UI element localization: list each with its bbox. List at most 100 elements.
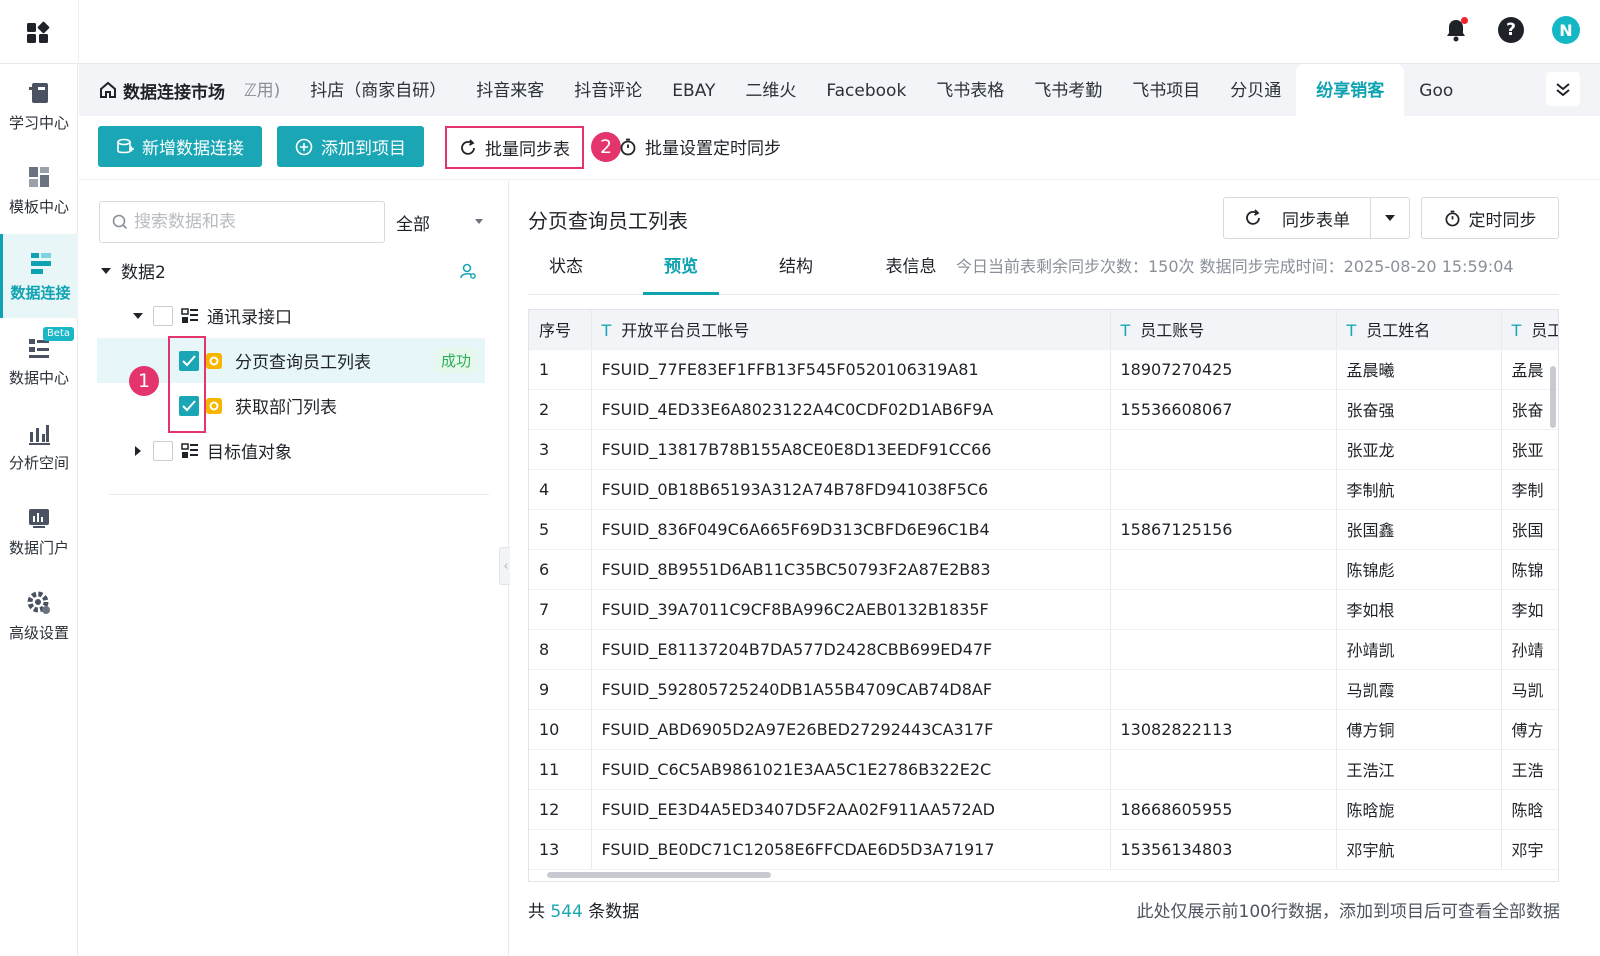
- table-row[interactable]: 12 FSUID_EE3D4A5ED3407D5F2AA02F911AA572AD…: [529, 789, 1558, 830]
- nav-item-data-center[interactable]: Beta 数据中心: [0, 319, 78, 403]
- tree-node-table[interactable]: 获取部门列表: [99, 383, 489, 428]
- user-setting-icon[interactable]: [459, 262, 477, 280]
- divider: [109, 494, 489, 495]
- template-icon: [29, 166, 49, 187]
- tab-item[interactable]: 二维火: [730, 64, 811, 116]
- table-row[interactable]: 2 FSUID_4ED33E6A8023122A4C0CDF02D1AB6F9A 1…: [529, 389, 1558, 430]
- table-row[interactable]: 9 FSUID_592805725240DB1A55B4709CAB74D8AF 马…: [529, 669, 1558, 710]
- table-row[interactable]: 13 FSUID_BE0DC71C12058E6FFCDAE6D5D3A71917…: [529, 829, 1558, 870]
- search-box[interactable]: [99, 201, 385, 243]
- data-connect-icon: [30, 252, 51, 274]
- avatar[interactable]: N: [1552, 16, 1580, 44]
- tab-table-info[interactable]: 表信息: [873, 247, 949, 295]
- add-connection-button[interactable]: 新增数据连接: [98, 126, 262, 167]
- gear-icon: [27, 591, 50, 614]
- preview-table-container[interactable]: 序号 T开放平台员工帐号 T员工账号 T员工姓名 T员工 1FSUID_77FE…: [528, 309, 1559, 882]
- table-row[interactable]: 8 FSUID_E81137204B7DA577D2428CBB699ED47F 孙…: [529, 629, 1558, 670]
- table-cell: 15536608067: [1110, 389, 1337, 430]
- caret-down-icon: [1385, 215, 1395, 221]
- table-cell: 孟晨曦: [1336, 349, 1502, 390]
- tab-item[interactable]: Facebook: [811, 64, 921, 116]
- table-cell: 2: [529, 389, 592, 430]
- tab-more-button[interactable]: [1546, 72, 1580, 106]
- table-cell: 1: [529, 349, 592, 390]
- table-cell: FSUID_E81137204B7DA577D2428CBB699ED47F: [591, 629, 1111, 670]
- nav-item-settings[interactable]: 高级设置: [0, 574, 78, 658]
- search-input[interactable]: [134, 212, 374, 232]
- tab-status[interactable]: 状态: [528, 247, 604, 295]
- tab-item-active[interactable]: 纷享销客: [1296, 64, 1405, 116]
- column-header[interactable]: T员工: [1501, 310, 1558, 350]
- horizontal-scrollbar[interactable]: [543, 871, 1548, 879]
- tab-home[interactable]: 数据连接市场: [99, 64, 225, 116]
- table-cell: 12: [529, 789, 592, 830]
- refresh-icon: [1246, 209, 1260, 225]
- tab-item[interactable]: 飞书考勤: [1019, 64, 1117, 116]
- column-header[interactable]: T 员工姓名: [1336, 310, 1502, 350]
- preview-table: 序号 T开放平台员工帐号 T员工账号 T员工姓名 T员工 1FSUID_77FE…: [529, 310, 1558, 870]
- table-row[interactable]: 6 FSUID_8B9551D6AB11C35BC50793F2A87E2B83 陈…: [529, 549, 1558, 590]
- table-row[interactable]: 11 FSUID_C6C5AB9861021E3AA5C1E2786B322E2C…: [529, 749, 1558, 790]
- table-row[interactable]: 5 FSUID_836F049C6A665F69D313CBFD6E96C1B4 1…: [529, 509, 1558, 550]
- column-header[interactable]: 序号: [529, 310, 592, 350]
- nav-item-learning[interactable]: 学习中心: [0, 64, 78, 148]
- caret-right-icon[interactable]: [131, 445, 145, 457]
- add-to-project-button[interactable]: 添加到项目: [277, 126, 424, 167]
- nav-item-analysis[interactable]: 分析空间: [0, 404, 78, 488]
- beta-badge: Beta: [42, 327, 74, 341]
- table-cell: FSUID_8B9551D6AB11C35BC50793F2A87E2B83: [591, 549, 1111, 590]
- tab-item[interactable]: 分贝通: [1215, 64, 1296, 116]
- checkbox[interactable]: [153, 440, 173, 461]
- row-count-number: 544: [550, 902, 583, 922]
- tab-item[interactable]: 抖音评论: [559, 64, 657, 116]
- table-row[interactable]: 1 FSUID_77FE83EF1FFB13F545F0520106319A81 1…: [529, 349, 1558, 390]
- tab-item[interactable]: Goo: [1404, 64, 1468, 116]
- caret-down-icon[interactable]: [131, 311, 145, 321]
- step-2-marker: 2: [591, 132, 621, 162]
- table-cell: 3: [529, 429, 592, 470]
- nav-item-data-connect[interactable]: 数据连接: [0, 234, 78, 318]
- scroll-thumb[interactable]: [1550, 366, 1556, 428]
- tab-item[interactable]: 飞书表格: [921, 64, 1019, 116]
- nav-label: 高级设置: [8, 623, 69, 642]
- preview-note: 此处仅展示前100行数据，添加到项目后可查看全部数据: [1136, 902, 1560, 922]
- tab-item[interactable]: 抖音来客: [461, 64, 559, 116]
- notification-bell-icon[interactable]: [1442, 16, 1470, 44]
- column-header[interactable]: T 员工账号: [1110, 310, 1337, 350]
- tab-item[interactable]: 飞书项目: [1117, 64, 1215, 116]
- tab-preview[interactable]: 预览: [643, 247, 719, 295]
- tab-item[interactable]: EBAY: [657, 64, 730, 116]
- connector-tab-strip: 数据连接市场 ℤ用) 抖店（商家自研） 抖音来客 抖音评论 EBAY 二维火 Faceboo…: [79, 64, 1600, 116]
- scroll-thumb[interactable]: [547, 872, 771, 878]
- batch-schedule-button[interactable]: 批量设置定时同步: [619, 126, 781, 167]
- batch-sync-button[interactable]: 批量同步表: [445, 126, 584, 169]
- left-nav: 学习中心 模板中心 数据连接 Beta 数据中心 分析空间 数据门户 高级设置: [0, 64, 78, 956]
- tree-node-group[interactable]: 通讯录接口: [99, 293, 489, 338]
- help-icon[interactable]: ?: [1498, 17, 1524, 43]
- table-cell: 李制航: [1336, 469, 1502, 510]
- caret-down-icon[interactable]: [99, 266, 113, 276]
- table-row[interactable]: 7 FSUID_39A7011C9CF8BA996C2AEB0132B1835F 李…: [529, 589, 1558, 630]
- table-cell: FSUID_13817B78B155A8CE0E8D13EEDF91CC66: [591, 429, 1111, 470]
- nav-item-template[interactable]: 模板中心: [0, 148, 78, 232]
- tree-node-root[interactable]: 数据2: [99, 248, 489, 293]
- api-table-icon: [205, 352, 223, 370]
- tab-item[interactable]: ℤ用): [244, 64, 295, 116]
- table-row[interactable]: 10 FSUID_ABD6905D2A97E26BED27292443CA317F…: [529, 709, 1558, 750]
- apps-grid-icon[interactable]: [26, 20, 50, 44]
- tab-structure[interactable]: 结构: [758, 247, 834, 295]
- schedule-sync-button[interactable]: 定时同步: [1421, 197, 1559, 239]
- sync-dropdown-button[interactable]: [1371, 198, 1409, 238]
- table-row[interactable]: 3 FSUID_13817B78B155A8CE0E8D13EEDF91CC66 张…: [529, 429, 1558, 470]
- nav-item-portal[interactable]: 数据门户: [0, 489, 78, 573]
- column-header[interactable]: T 开放平台员工帐号: [591, 310, 1111, 350]
- table-row[interactable]: 4 FSUID_0B18B65193A312A74B78FD941038F5C6 李…: [529, 469, 1558, 510]
- tree-node-group-collapsed[interactable]: 目标值对象: [99, 428, 489, 473]
- sync-form-button[interactable]: 同步表单: [1224, 198, 1371, 238]
- tab-item[interactable]: 抖店（商家自研）: [295, 64, 461, 116]
- filter-select[interactable]: 全部: [394, 201, 490, 243]
- checkbox[interactable]: [153, 305, 173, 326]
- table-cell: 张奋强: [1336, 389, 1502, 430]
- status-badge: 成功: [434, 348, 477, 373]
- vertical-scrollbar[interactable]: [1549, 350, 1556, 870]
